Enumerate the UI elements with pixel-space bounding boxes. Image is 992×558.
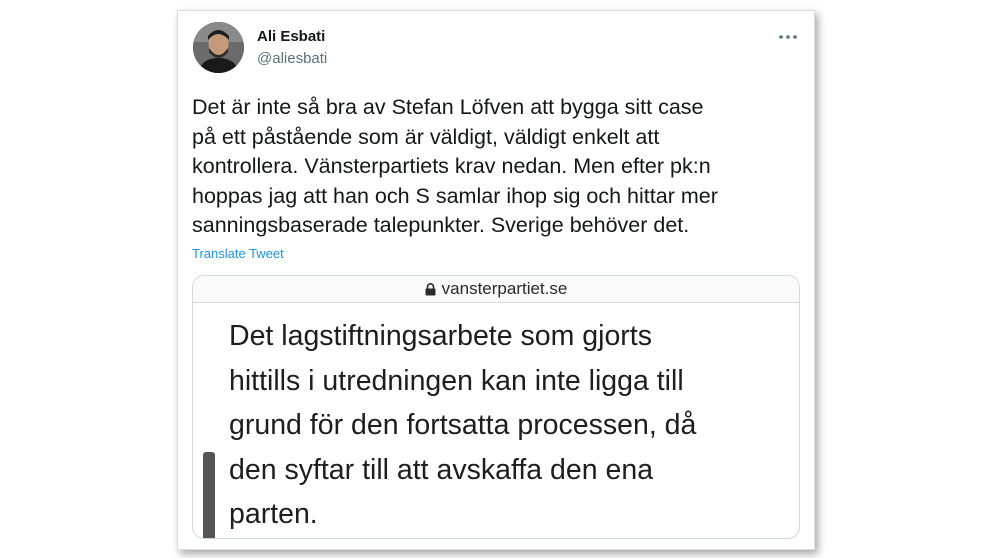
tweet-text: Det är inte så bra av Stefan Löfven att … [192,95,718,237]
avatar-portrait-icon [193,22,244,73]
quote-text: Det lagstiftningsarbete som gjorts hitti… [229,320,697,530]
translate-tweet-link[interactable]: Translate Tweet [192,246,284,261]
author-block: Ali Esbati @aliesbati [257,27,327,69]
browser-url-bar: vansterpartiet.se [193,276,799,303]
url-text: vansterpartiet.se [441,279,568,298]
tweet-media-image[interactable]: vansterpartiet.se Det lagstiftningsarbet… [192,275,800,539]
avatar[interactable] [193,22,244,73]
more-options-button[interactable] [776,27,800,47]
ellipsis-horizontal-icon [779,35,797,39]
tweet-card[interactable]: Ali Esbati @aliesbati Det är inte så bra… [177,10,815,550]
scroll-indicator [203,452,215,538]
author-name[interactable]: Ali Esbati [257,27,327,47]
author-handle[interactable]: @aliesbati [257,49,327,69]
lock-icon [425,282,436,295]
